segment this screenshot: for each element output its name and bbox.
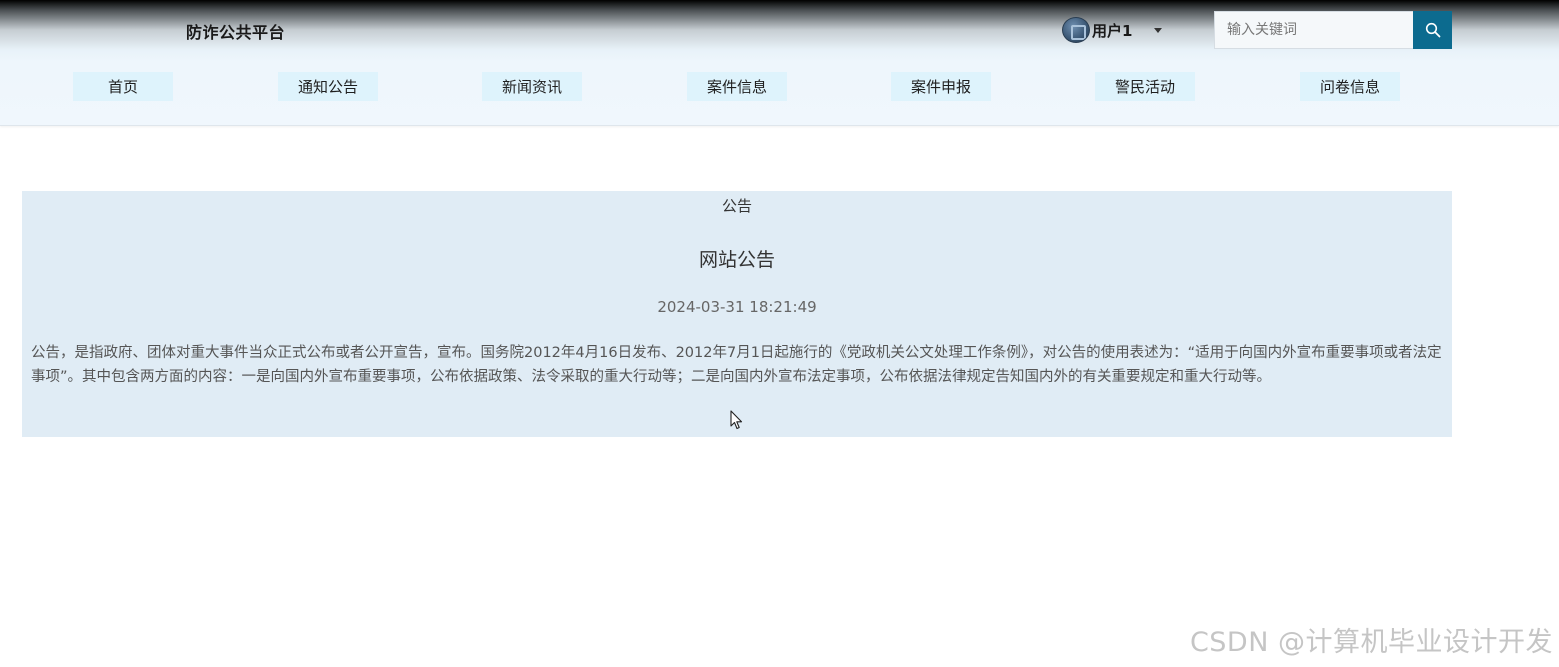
user-menu[interactable]: 用户1 (1062, 17, 1163, 43)
site-brand[interactable]: 防诈公共平台 (186, 19, 285, 43)
page: 防诈公共平台 用户1 首页 通知公告 新闻资讯 案件信息 案件申报 警民活动 问… (0, 0, 1559, 667)
nav-item-home[interactable]: 首页 (73, 72, 173, 101)
search-input[interactable] (1214, 11, 1413, 49)
chevron-down-icon[interactable] (1154, 27, 1163, 33)
nav-item-police-activities[interactable]: 警民活动 (1095, 72, 1195, 101)
search-button[interactable] (1413, 11, 1452, 49)
nav-item-surveys[interactable]: 问卷信息 (1300, 72, 1400, 101)
search-box (1214, 11, 1452, 49)
watermark: CSDN @计算机毕业设计开发 (1189, 627, 1553, 658)
nav-item-notices[interactable]: 通知公告 (278, 72, 378, 101)
header: 防诈公共平台 用户1 首页 通知公告 新闻资讯 案件信息 案件申报 警民活动 问… (0, 0, 1559, 126)
avatar[interactable] (1062, 17, 1090, 43)
mouse-cursor-icon (730, 410, 743, 430)
article-timestamp: 2024-03-31 18:21:49 (657, 298, 817, 316)
username[interactable]: 用户1 (1092, 20, 1132, 41)
section-label: 公告 (721, 197, 752, 215)
nav-item-news[interactable]: 新闻资讯 (482, 72, 582, 101)
search-icon (1425, 22, 1440, 38)
article-title: 网站公告 (698, 249, 775, 271)
nav-item-cases[interactable]: 案件信息 (687, 72, 787, 101)
nav-item-case-report[interactable]: 案件申报 (891, 72, 991, 101)
article-body: 公告，是指政府、团体对重大事件当众正式公布或者公开宣告，宣布。国务院2012年4… (31, 345, 1442, 385)
notice-panel: 公告 网站公告 2024-03-31 18:21:49 公告，是指政府、团体对重… (22, 191, 1452, 437)
